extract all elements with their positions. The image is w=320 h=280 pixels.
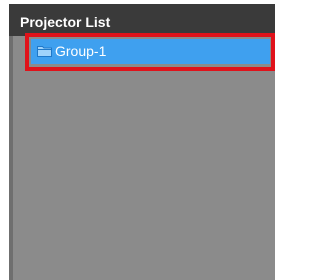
projector-list-window: Projector List Group-1	[0, 0, 277, 280]
panel-title: Projector List	[20, 14, 111, 30]
highlight-box	[25, 33, 275, 71]
panel-left-border	[9, 36, 13, 280]
panel-header: Projector List	[9, 4, 275, 36]
projector-tree[interactable]	[9, 36, 275, 280]
